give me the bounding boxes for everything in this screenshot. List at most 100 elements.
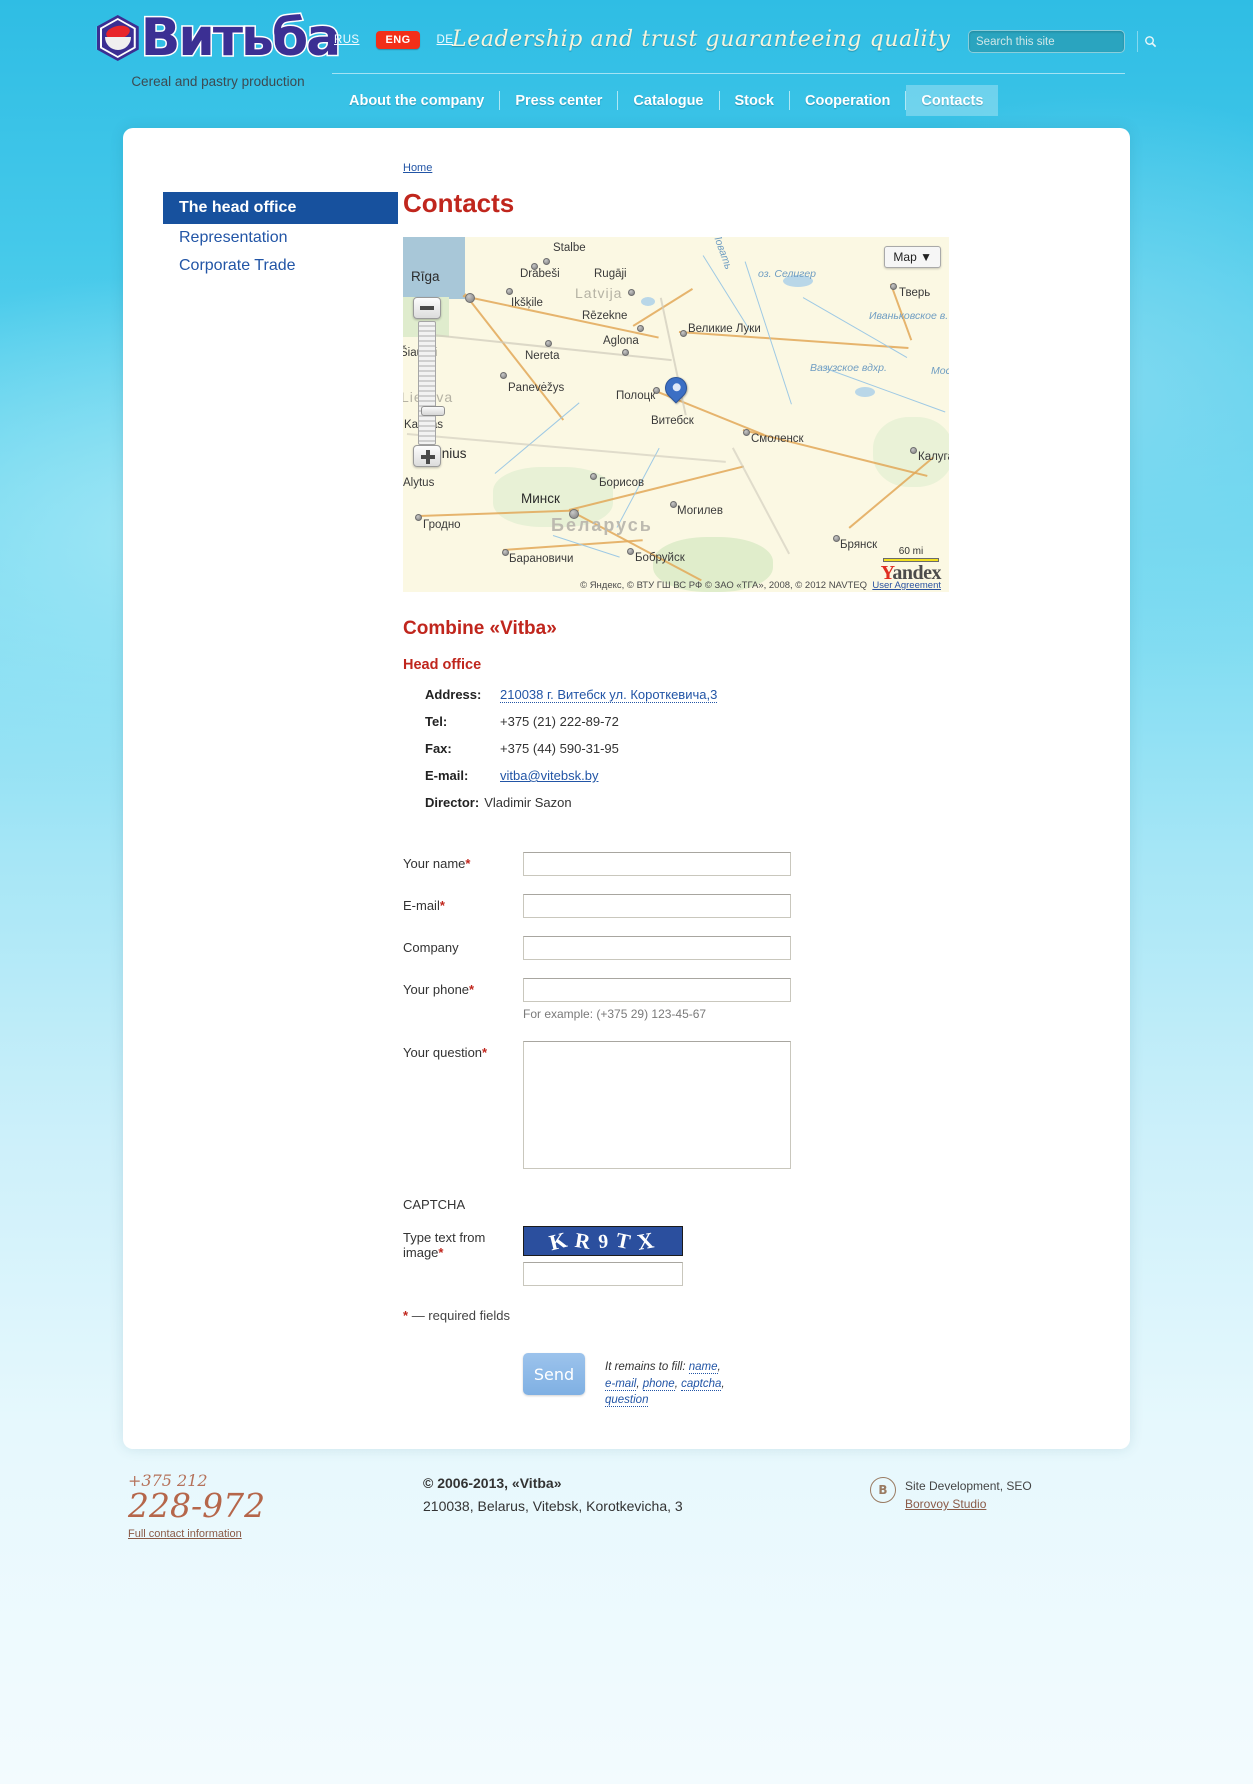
site-footer: +375 212 228-972 Full contact informatio… xyxy=(123,1471,1130,1591)
sidebar-item-head-office[interactable]: The head office xyxy=(163,192,398,224)
map-sea xyxy=(403,237,465,299)
map-zoom-slider-thumb[interactable] xyxy=(421,406,445,416)
remains-item-name[interactable]: name xyxy=(688,1361,718,1374)
form-row-email: E-mail* xyxy=(403,894,1090,918)
captcha-image[interactable]: K R 9 T X xyxy=(523,1226,683,1256)
director-label: Director: xyxy=(425,795,480,810)
footer-address: 210038, Belarus, Vitebsk, Korotkevicha, … xyxy=(423,1498,683,1515)
lang-rus[interactable]: RUS xyxy=(334,34,359,46)
map-city-dot xyxy=(569,509,579,519)
required-marker: * xyxy=(469,982,475,997)
remains-item-question[interactable]: question xyxy=(605,1394,649,1408)
map-city-dot xyxy=(543,258,550,265)
map-lake xyxy=(855,387,875,397)
input-email[interactable] xyxy=(523,894,791,918)
breadcrumb-home[interactable]: Home xyxy=(403,162,1090,174)
required-marker: * xyxy=(438,1245,444,1260)
input-your-question[interactable] xyxy=(523,1041,791,1169)
input-your-name[interactable] xyxy=(523,852,791,876)
map-scale-label: 60 mi xyxy=(898,546,924,557)
map-city-dot xyxy=(637,325,644,332)
lang-eng[interactable]: ENG xyxy=(376,31,420,49)
nav-item-stock[interactable]: Stock xyxy=(720,85,790,116)
map-city-label: Минск xyxy=(521,491,560,506)
remains-to-fill-hint: It remains to fill: name, e-mail, phone,… xyxy=(605,1361,725,1408)
input-your-phone[interactable] xyxy=(523,978,791,1002)
captcha-char: K xyxy=(547,1226,572,1256)
lang-de[interactable]: DE xyxy=(437,34,454,46)
label-your-phone: Your phone* xyxy=(403,982,475,997)
nav-item-press-center[interactable]: Press center xyxy=(500,85,617,116)
nav-item-about[interactable]: About the company xyxy=(334,85,499,116)
footer-full-contact-link[interactable]: Full contact information xyxy=(128,1528,242,1540)
map-type-selector[interactable]: Map ▼ xyxy=(884,246,941,268)
nav-item-contacts[interactable]: Contacts xyxy=(906,85,999,116)
site-header: Витьба Cereal and pastry production RUS … xyxy=(0,0,1253,128)
map-city-dot xyxy=(670,501,677,508)
remains-item-phone[interactable]: phone xyxy=(642,1377,675,1391)
map-zoom-control[interactable] xyxy=(413,297,445,467)
contact-value-address[interactable]: 210038 г. Витебск ул. Короткевича,3 xyxy=(500,687,718,703)
map-attribution-text: © Яндекс, © ВТУ ГШ ВС РФ © ЗАО «ТГА», 20… xyxy=(580,580,868,591)
main-content-card: The head office Representation Corporate… xyxy=(123,128,1130,1450)
map-city-dot xyxy=(506,288,513,295)
nav-item-catalogue[interactable]: Catalogue xyxy=(618,85,718,116)
contact-value-tel: +375 (21) 222-89-72 xyxy=(500,714,619,729)
map-city-label: Alytus xyxy=(403,477,435,489)
contact-row-director: Director: Vladimir Sazon xyxy=(425,795,1090,810)
map-river xyxy=(802,297,908,359)
input-captcha[interactable] xyxy=(523,1262,683,1286)
form-row-captcha: Type text from image* K R 9 T X xyxy=(403,1226,1090,1286)
footer-copyright-block: © 2006-2013, «Vitba» 210038, Belarus, Vi… xyxy=(333,1471,870,1591)
search-icon xyxy=(1145,36,1157,48)
remains-item-email[interactable]: e-mail xyxy=(605,1377,637,1391)
developer-service-line: Site Development, SEO xyxy=(905,1479,1032,1494)
map-city-label: Могилев xyxy=(677,505,723,517)
map-zoom-in-button[interactable] xyxy=(413,445,441,467)
remains-item-captcha[interactable]: captcha xyxy=(681,1377,722,1391)
required-fields-note: * — required fields xyxy=(403,1308,1090,1323)
map-city-dot xyxy=(890,283,897,290)
send-button[interactable]: Send xyxy=(523,1353,585,1395)
map-city-dot xyxy=(910,447,917,454)
search-button[interactable] xyxy=(1137,31,1163,52)
map-attribution: © Яндекс, © ВТУ ГШ ВС РФ © ЗАО «ТГА», 20… xyxy=(580,580,941,591)
required-marker: * xyxy=(403,1308,409,1323)
logo-wordmark: Витьба xyxy=(139,8,342,68)
office-heading: Head office xyxy=(403,657,482,673)
map-city-label: Смоленск xyxy=(751,433,804,445)
map-scale-bar: 60 mi xyxy=(883,546,939,562)
required-marker: * xyxy=(482,1045,488,1060)
map-zoom-out-button[interactable] xyxy=(413,297,441,319)
contact-value-email[interactable]: vitba@vitebsk.by xyxy=(500,768,598,783)
map-lake xyxy=(641,297,655,306)
site-slogan: Leadership and trust guaranteeing qualit… xyxy=(452,27,951,52)
contact-label: Address: xyxy=(425,687,482,702)
map-city-label: Калуга xyxy=(918,451,949,463)
contact-row-address: Address: 210038 г. Витебск ул. Короткеви… xyxy=(425,687,1090,703)
contact-value-fax: +375 (44) 590-31-95 xyxy=(500,741,619,756)
input-company[interactable] xyxy=(523,936,791,960)
developer-studio-link[interactable]: Borovoy Studio xyxy=(905,1497,986,1511)
brand-block[interactable]: Витьба Cereal and pastry production xyxy=(96,11,343,89)
map-location-marker[interactable] xyxy=(660,372,692,409)
phone-format-hint: For example: (+375 29) 123-45-67 xyxy=(523,1007,707,1021)
page-root: Витьба Cereal and pastry production RUS … xyxy=(0,0,1253,1591)
map-hydronym: Моск xyxy=(931,365,949,377)
map-city-dot xyxy=(833,535,840,542)
sidebar-item-corporate-trade[interactable]: Corporate Trade xyxy=(163,252,398,280)
nav-item-cooperation[interactable]: Cooperation xyxy=(790,85,905,116)
hexagon-logo-icon xyxy=(96,15,139,61)
search-box[interactable] xyxy=(968,30,1157,53)
location-map[interactable]: Latvija Lietuva Беларусь оз. Селигер Лов… xyxy=(403,237,949,592)
map-user-agreement-link[interactable]: User Agreement xyxy=(872,580,941,591)
map-zoom-slider-track[interactable] xyxy=(418,321,445,445)
label-email: E-mail* xyxy=(403,898,445,913)
contact-row-fax: Fax: +375 (44) 590-31-95 xyxy=(425,741,1090,756)
search-input[interactable] xyxy=(969,35,1137,48)
sidebar-item-representation[interactable]: Representation xyxy=(163,224,398,252)
required-fields-text: — required fields xyxy=(411,1308,510,1323)
map-city-label: Nereta xyxy=(525,350,560,362)
logo[interactable]: Витьба xyxy=(96,11,343,66)
map-city-label: Полоцк xyxy=(616,390,656,402)
